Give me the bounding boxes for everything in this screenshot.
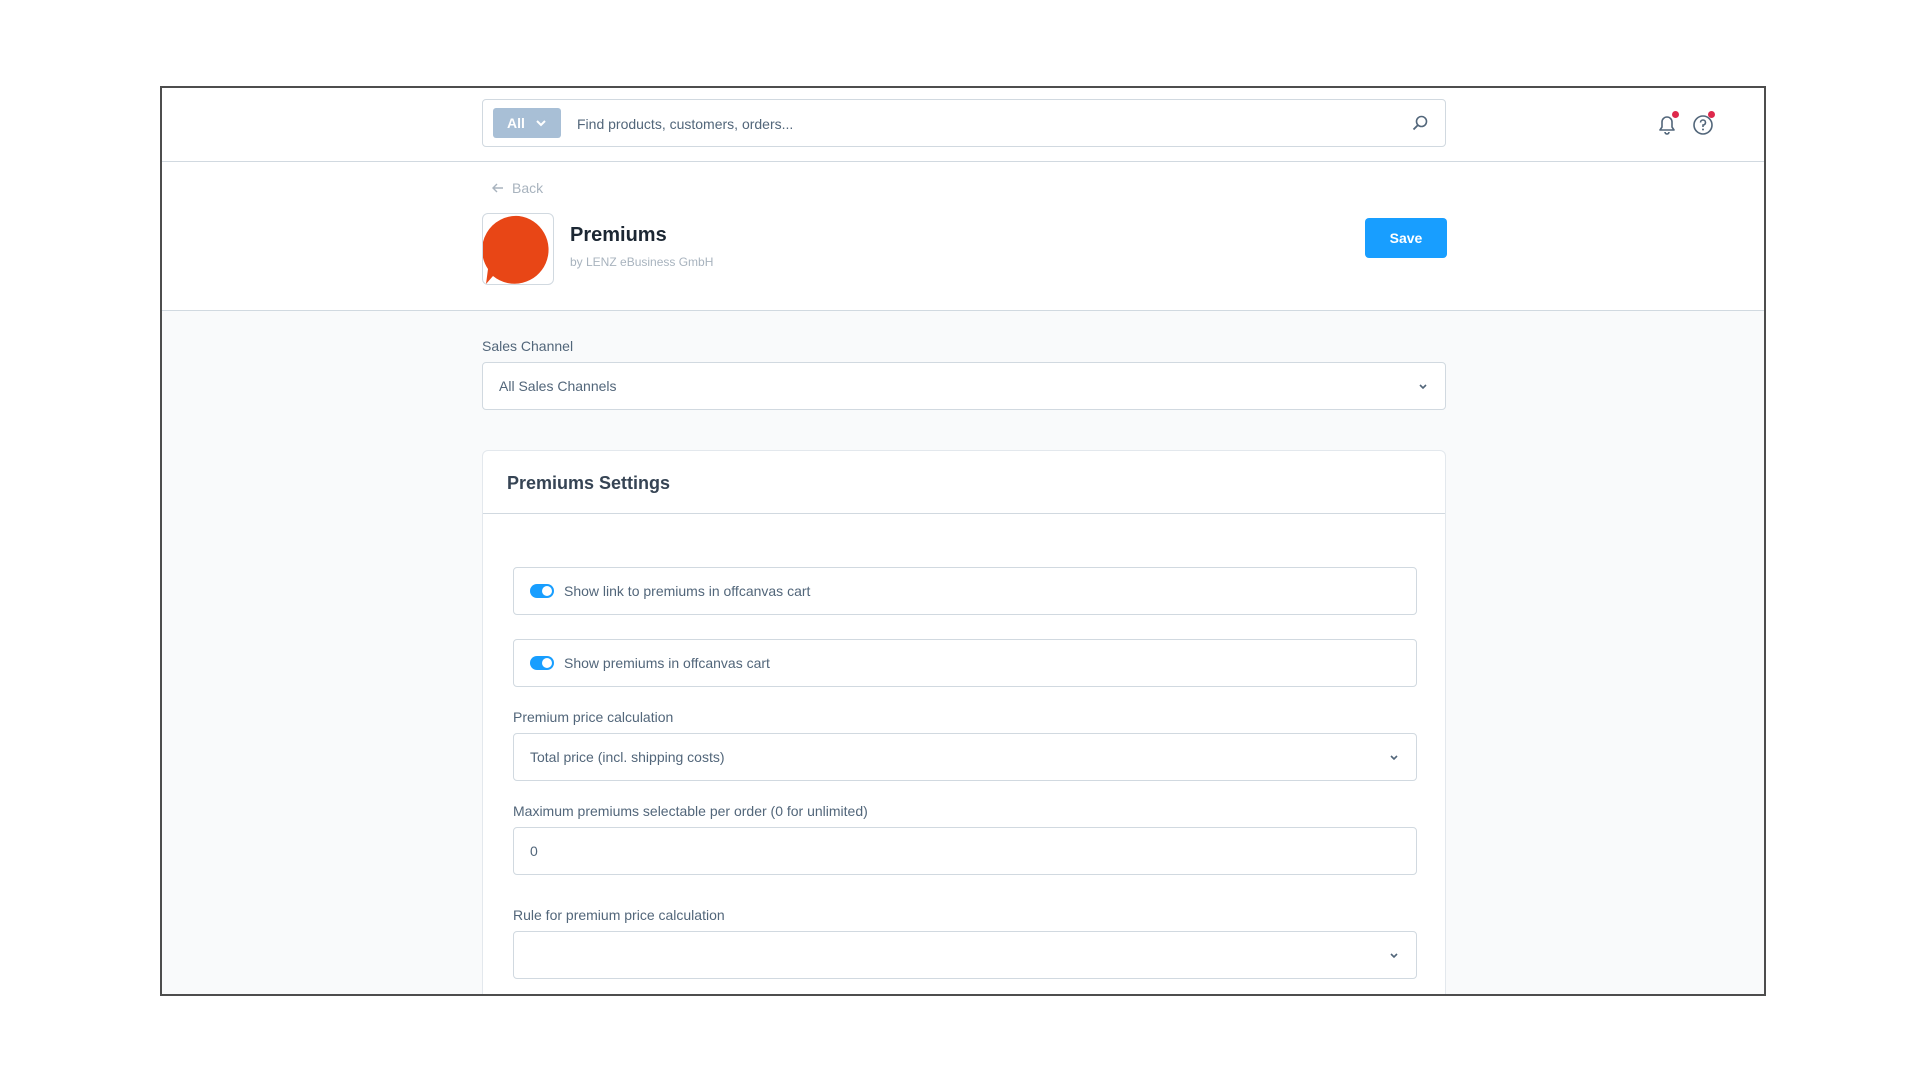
rule-label: Rule for premium price calculation	[513, 907, 725, 923]
sales-channel-label: Sales Channel	[482, 338, 574, 354]
search-input[interactable]	[575, 110, 1379, 138]
rule-select[interactable]	[513, 931, 1417, 979]
back-label: Back	[512, 180, 544, 196]
toggle-show-link-label: Show link to premiums in offcanvas cart	[564, 583, 811, 599]
help-badge	[1708, 111, 1715, 118]
max-premiums-input[interactable]: 0	[513, 827, 1417, 875]
save-button[interactable]: Save	[1365, 218, 1447, 258]
toggle-show-link[interactable]	[530, 584, 554, 598]
app-window: All Find products, customers, orders... …	[160, 86, 1766, 996]
search-type-label: All	[507, 115, 525, 131]
chevron-down-icon	[536, 120, 546, 127]
max-premiums-value: 0	[530, 843, 538, 859]
price-calc-label: Premium price calculation	[513, 709, 674, 725]
premiums-settings-card: Premiums Settings Show link to premiums …	[482, 450, 1446, 994]
notification-badge	[1672, 111, 1679, 118]
chevron-down-icon	[1419, 384, 1427, 390]
app-title: Premiums	[570, 224, 667, 246]
search-icon[interactable]	[1411, 114, 1429, 132]
help-button[interactable]	[1690, 111, 1716, 138]
arrow-left-icon	[492, 183, 503, 193]
back-link[interactable]: Back	[492, 180, 543, 196]
page-header: Back Premiums by LENZ eBusiness GmbH Sav…	[162, 162, 1764, 311]
price-calc-value: Total price (incl. shipping costs)	[530, 749, 725, 765]
top-bar: All	[162, 88, 1764, 162]
toggle-show-premiums[interactable]	[530, 656, 554, 670]
toggle-show-premiums-field: Show premiums in offcanvas cart	[513, 639, 1417, 687]
price-calc-select[interactable]: Total price (incl. shipping costs)	[513, 733, 1417, 781]
chevron-down-icon	[1390, 953, 1398, 959]
toggle-show-premiums-label: Show premiums in offcanvas cart	[564, 655, 770, 671]
app-logo-graphic	[483, 215, 549, 284]
chevron-down-icon	[1390, 755, 1398, 761]
toggle-show-link-field: Show link to premiums in offcanvas cart	[513, 567, 1417, 615]
search-type-dropdown[interactable]: All	[493, 108, 561, 138]
sales-channel-value: All Sales Channels	[499, 378, 617, 394]
global-search: All	[482, 99, 1446, 147]
sales-channel-select[interactable]: All Sales Channels	[482, 362, 1446, 410]
app-vendor: by LENZ eBusiness GmbH	[570, 255, 714, 269]
card-header: Premiums Settings	[483, 451, 1445, 514]
notifications-button[interactable]	[1654, 111, 1680, 138]
max-premiums-label: Maximum premiums selectable per order (0…	[513, 803, 868, 819]
card-title: Premiums Settings	[507, 473, 671, 493]
app-logo	[482, 213, 554, 285]
